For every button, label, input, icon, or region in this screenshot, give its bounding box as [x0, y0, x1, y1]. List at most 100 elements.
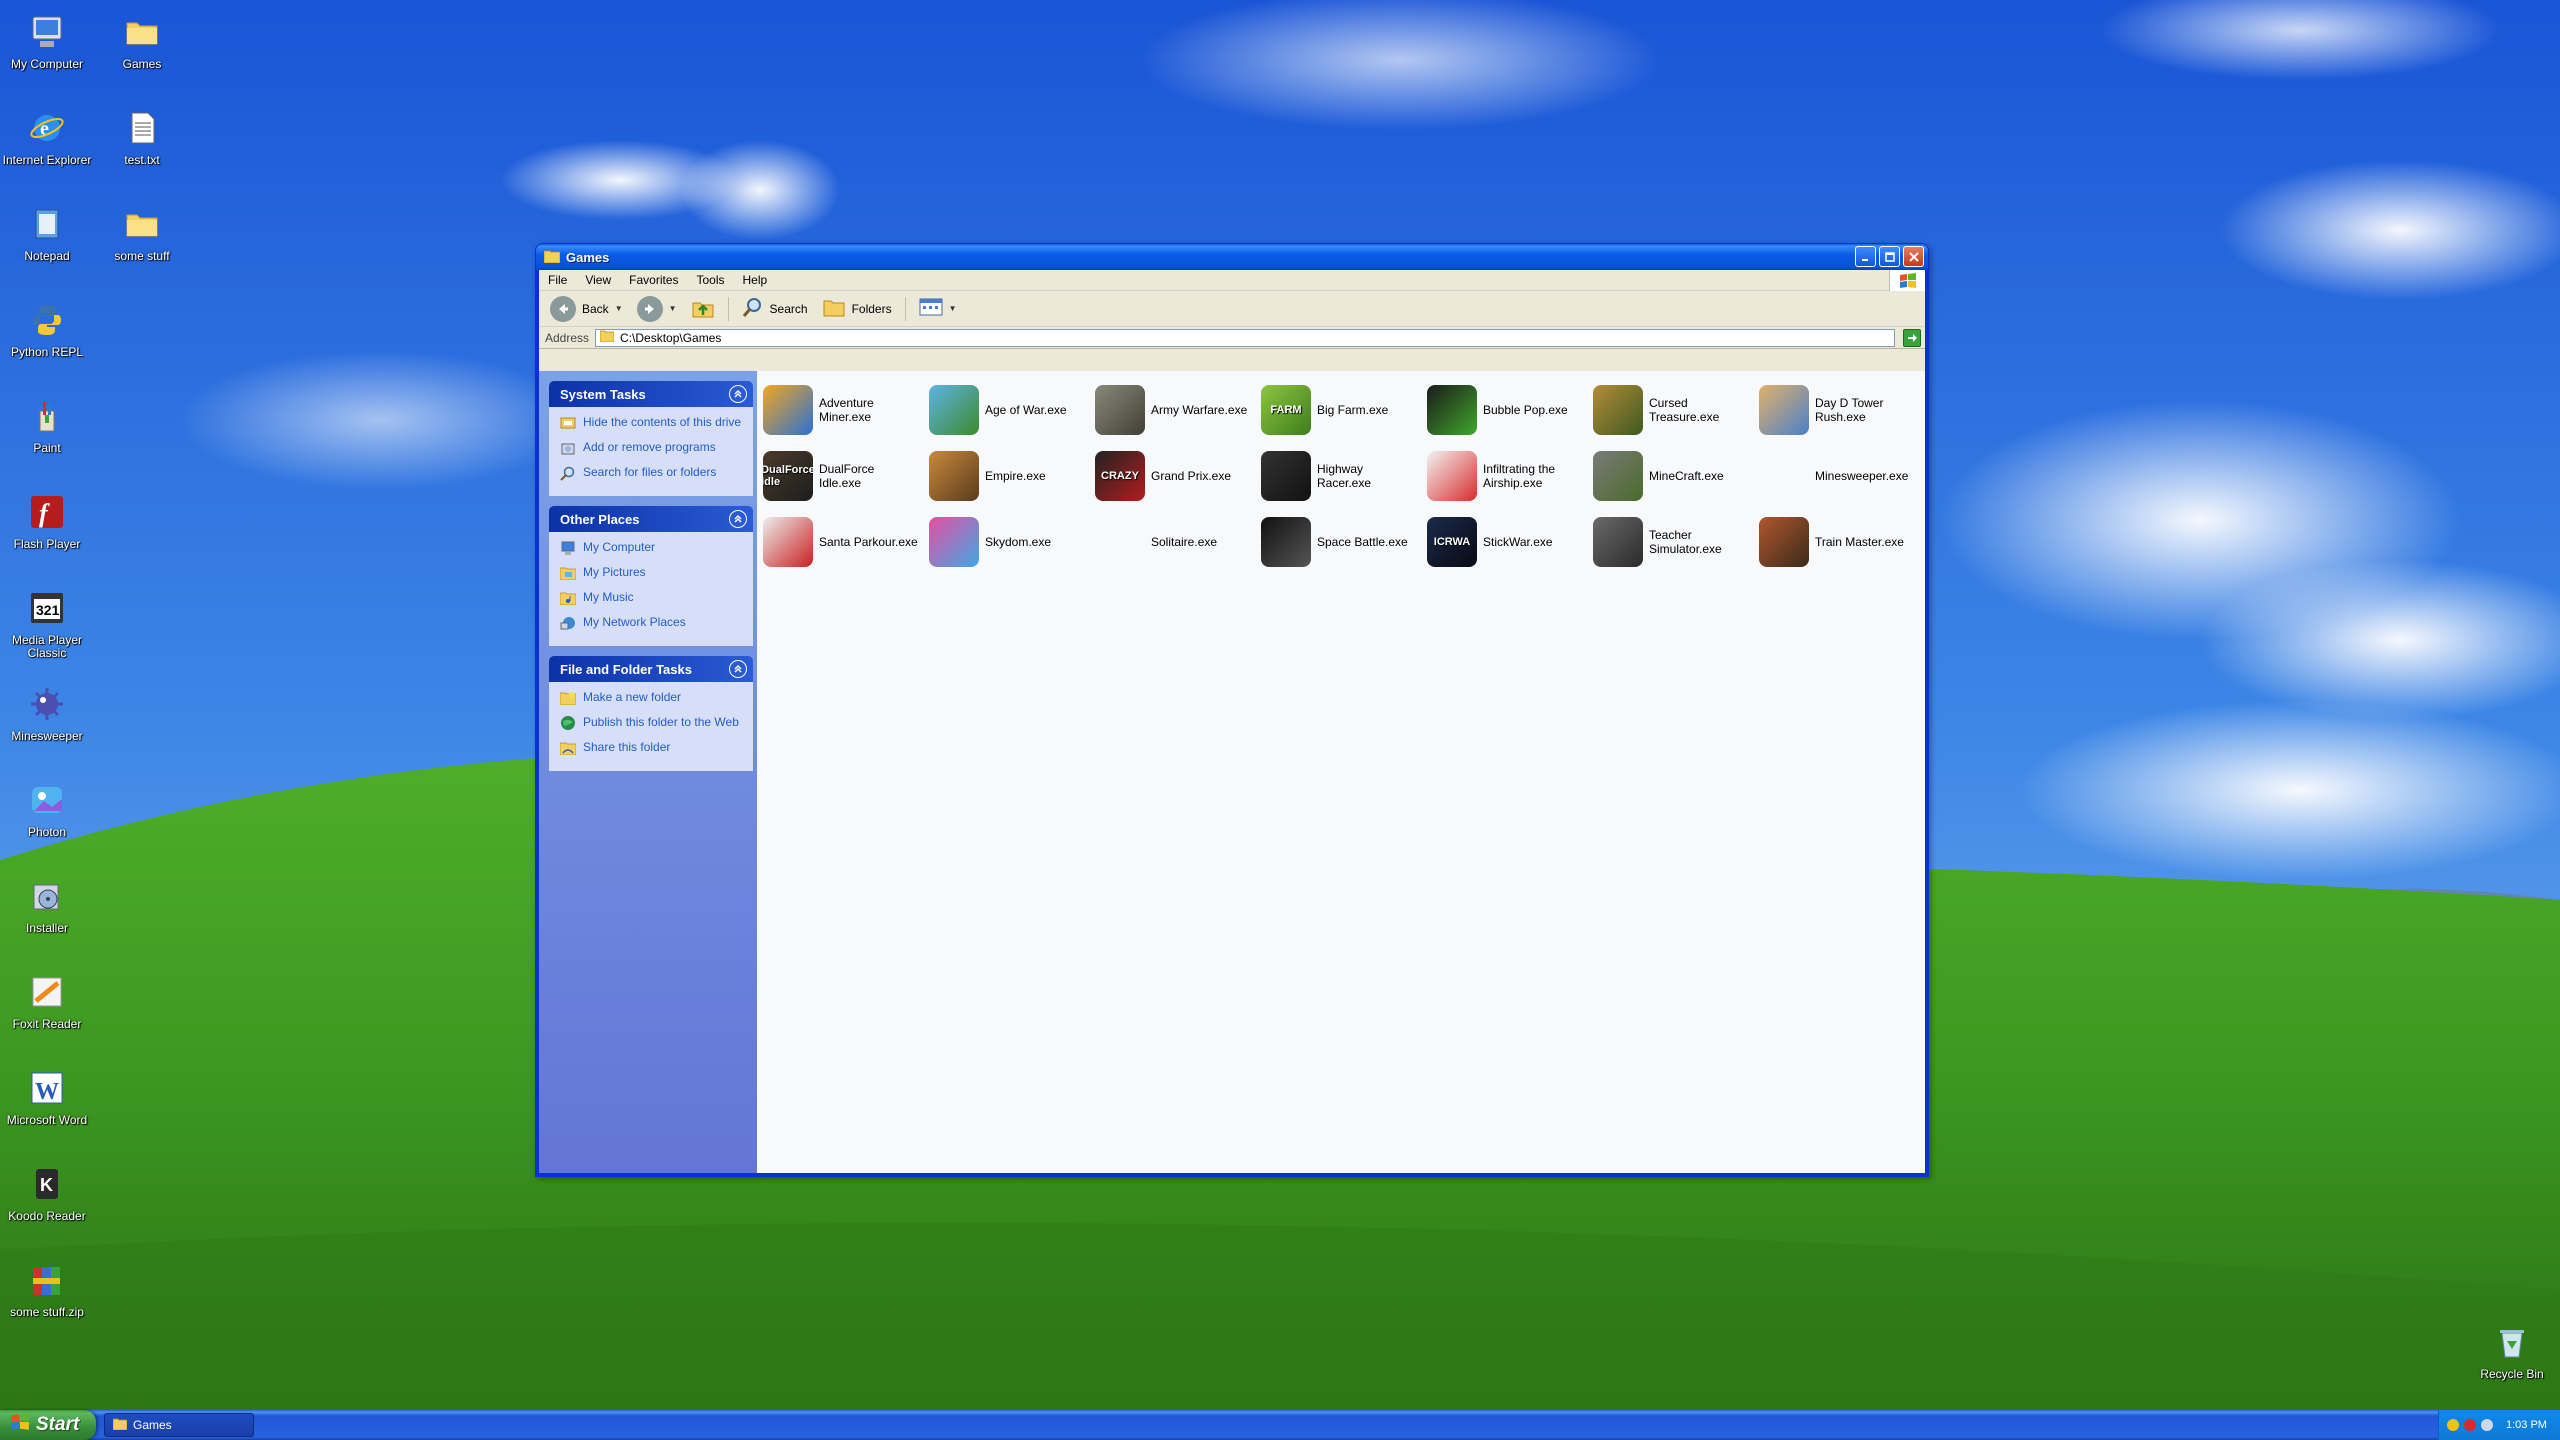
desktop-icon-notepad[interactable]: Notepad [2, 202, 92, 263]
folder-icon [543, 249, 561, 266]
menu-favorites[interactable]: Favorites [620, 273, 687, 287]
desktop-icon-microsoft-word[interactable]: W Microsoft Word [2, 1066, 92, 1127]
address-path: C:\Desktop\Games [620, 330, 722, 345]
file-name: Empire.exe [985, 469, 1046, 483]
go-button[interactable] [1903, 329, 1921, 347]
taskbar-window-games[interactable]: Games [104, 1413, 254, 1437]
clock[interactable]: 1:03 PM [2506, 1419, 2547, 1431]
place-link-my-music[interactable]: My Music [559, 590, 745, 606]
svg-text:K: K [40, 1175, 53, 1195]
file-item[interactable]: Minesweeper.exe [1759, 443, 1925, 509]
place-link-my-computer[interactable]: My Computer [559, 540, 745, 556]
maximize-button[interactable] [1879, 246, 1900, 267]
task-link-publish-web[interactable]: Publish this folder to the Web [559, 715, 745, 731]
file-thumbnail-icon [1095, 517, 1145, 567]
desktop-icon-recycle-bin[interactable]: Recycle Bin [2467, 1320, 2557, 1381]
photon-icon [25, 778, 69, 822]
place-link-my-network-places[interactable]: My Network Places [559, 615, 745, 631]
folder-icon [112, 1418, 128, 1433]
folders-button[interactable]: Folders [817, 294, 897, 323]
desktop-icon-games-folder[interactable]: Games [97, 10, 187, 71]
menu-file[interactable]: File [539, 273, 576, 287]
desktop-icon-some-stuff-zip[interactable]: some stuff.zip [2, 1258, 92, 1319]
file-item[interactable]: Bubble Pop.exe [1427, 377, 1593, 443]
views-icon [919, 297, 943, 320]
up-folder-button[interactable] [686, 293, 720, 324]
file-name: Santa Parkour.exe [819, 535, 918, 549]
file-item[interactable]: Infiltrating the Airship.exe [1427, 443, 1593, 509]
tray-security-icon[interactable] [2464, 1419, 2476, 1431]
file-item[interactable]: Skydom.exe [929, 509, 1095, 575]
desktop-icon-minesweeper[interactable]: Minesweeper [2, 682, 92, 743]
task-link-add-remove-programs[interactable]: Add or remove programs [559, 440, 745, 456]
place-link-my-pictures[interactable]: My Pictures [559, 565, 745, 581]
desktop-icon-python-repl[interactable]: Python REPL [2, 298, 92, 359]
task-link-make-new-folder[interactable]: Make a new folder [559, 690, 745, 706]
close-button[interactable] [1903, 246, 1924, 267]
file-item[interactable]: Train Master.exe [1759, 509, 1925, 575]
file-thumbnail-icon [929, 517, 979, 567]
windows-logo-icon [1889, 270, 1925, 291]
file-item[interactable]: Space Battle.exe [1261, 509, 1427, 575]
back-button[interactable]: Back ▼ [545, 294, 628, 324]
collapse-chevron-icon[interactable] [729, 660, 747, 678]
desktop-icon-flash-player[interactable]: f Flash Player [2, 490, 92, 551]
task-link-search-files[interactable]: Search for files or folders [559, 465, 745, 481]
panel-header[interactable]: File and Folder Tasks [549, 656, 753, 682]
window-title: Games [566, 249, 610, 265]
desktop-icon-my-computer[interactable]: My Computer [2, 10, 92, 71]
views-button[interactable]: ▼ [914, 295, 962, 322]
file-item[interactable]: Highway Racer.exe [1261, 443, 1427, 509]
search-button[interactable]: Search [737, 294, 813, 323]
file-name: Highway Racer.exe [1317, 462, 1372, 490]
file-item[interactable]: Army Warfare.exe [1095, 377, 1261, 443]
menu-tools[interactable]: Tools [688, 273, 734, 287]
file-item[interactable]: Age of War.exe [929, 377, 1095, 443]
system-tray: 1:03 PM [2438, 1410, 2560, 1440]
file-item[interactable]: Teacher Simulator.exe [1593, 509, 1759, 575]
desktop-icon-installer[interactable]: Installer [2, 874, 92, 935]
address-input[interactable]: C:\Desktop\Games [595, 328, 1895, 347]
file-thumbnail-icon [1261, 451, 1311, 501]
recycle-bin-icon [2490, 1320, 2534, 1364]
menu-help[interactable]: Help [734, 273, 777, 287]
forward-button[interactable]: ▼ [632, 294, 682, 324]
collapse-chevron-icon[interactable] [729, 510, 747, 528]
file-item[interactable]: FARM Big Farm.exe [1261, 377, 1427, 443]
explorer-window[interactable]: Games File View Favorites Tools Help Bac… [535, 243, 1929, 1177]
minimize-button[interactable] [1855, 246, 1876, 267]
file-item[interactable]: Santa Parkour.exe [763, 509, 929, 575]
file-item[interactable]: Cursed Treasure.exe [1593, 377, 1759, 443]
task-link-hide-contents[interactable]: Hide the contents of this drive [559, 415, 745, 431]
window-titlebar[interactable]: Games [536, 244, 1928, 270]
collapse-chevron-icon[interactable] [729, 385, 747, 403]
desktop-icon-koodo-reader[interactable]: K Koodo Reader [2, 1162, 92, 1223]
file-item[interactable]: Adventure Miner.exe [763, 377, 929, 443]
file-item[interactable]: CRAZY Grand Prix.exe [1095, 443, 1261, 509]
desktop-icon-paint[interactable]: Paint [2, 394, 92, 455]
start-button[interactable]: Start [0, 1410, 96, 1440]
file-item[interactable]: Empire.exe [929, 443, 1095, 509]
tray-update-icon[interactable] [2447, 1419, 2459, 1431]
panel-header[interactable]: Other Places [549, 506, 753, 532]
file-item[interactable]: DualForce Idle DualForce Idle.exe [763, 443, 929, 509]
desktop-icon-test-txt[interactable]: test.txt [97, 106, 187, 167]
desktop-icon-foxit-reader[interactable]: Foxit Reader [2, 970, 92, 1031]
tray-network-icon[interactable] [2481, 1419, 2493, 1431]
desktop-icon-some-stuff-folder[interactable]: some stuff [97, 202, 187, 263]
file-item[interactable]: MineCraft.exe [1593, 443, 1759, 509]
file-item[interactable]: Solitaire.exe [1095, 509, 1261, 575]
toolbar: Back ▼ ▼ Search Folders ▼ [539, 291, 1925, 327]
file-thumbnail-icon [1593, 385, 1643, 435]
menu-view[interactable]: View [576, 273, 620, 287]
panel-header[interactable]: System Tasks [549, 381, 753, 407]
desktop-icon-internet-explorer[interactable]: e Internet Explorer [2, 106, 92, 167]
globe-icon [559, 715, 577, 731]
task-link-share-folder[interactable]: Share this folder [559, 740, 745, 756]
file-list[interactable]: Adventure Miner.exe Age of War.exe Army Wa… [757, 371, 1925, 1173]
file-item[interactable]: ICRWA StickWar.exe [1427, 509, 1593, 575]
desktop-icon-photon[interactable]: Photon [2, 778, 92, 839]
desktop-icon-media-player[interactable]: 321 Media Player Classic [2, 586, 92, 660]
file-item[interactable]: Day D Tower Rush.exe [1759, 377, 1925, 443]
search-icon [559, 465, 577, 481]
